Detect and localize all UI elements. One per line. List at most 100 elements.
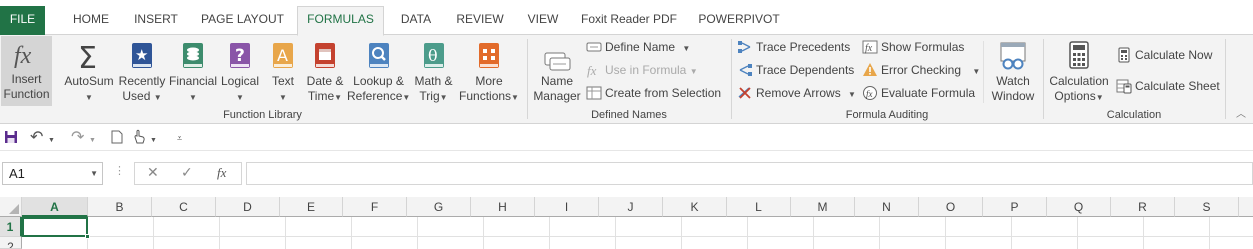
enter-icon[interactable]: ✓ — [181, 164, 193, 181]
column-header[interactable]: S — [1175, 197, 1239, 217]
new-document-icon[interactable] — [111, 128, 123, 148]
date-time-button[interactable]: Date & Time▼ — [303, 38, 347, 106]
evaluate-formula-button[interactable]: fx Evaluate Formula — [862, 83, 975, 103]
worksheet-grid: A B C D E F G H I J K L M N O P Q R S 1 … — [0, 197, 1253, 249]
column-header[interactable]: Q — [1047, 197, 1111, 217]
show-formulas-label: Show Formulas — [881, 40, 965, 54]
column-header-partial[interactable] — [1239, 197, 1253, 217]
remove-arrows-button[interactable]: Remove Arrows ▼ — [737, 83, 856, 103]
column-header[interactable]: F — [343, 197, 407, 217]
trace-dependents-button[interactable]: Trace Dependents — [737, 60, 854, 80]
trace-precedents-label: Trace Precedents — [756, 40, 851, 54]
calculate-sheet-button[interactable]: Calculate Sheet — [1116, 76, 1220, 96]
chevron-down-icon: ▼ — [689, 67, 698, 76]
column-header[interactable]: N — [855, 197, 919, 217]
tab-page-layout[interactable]: PAGE LAYOUT — [196, 8, 289, 35]
calculate-now-label: Calculate Now — [1135, 48, 1213, 62]
star-book-icon: ★ — [126, 40, 158, 72]
column-header[interactable]: M — [791, 197, 855, 217]
chevron-down-icon[interactable]: ▼ — [90, 163, 98, 184]
tab-view[interactable]: VIEW — [520, 8, 566, 35]
trace-precedents-icon — [737, 39, 753, 55]
column-header[interactable]: J — [599, 197, 663, 217]
tab-formulas[interactable]: FORMULAS — [297, 6, 384, 36]
column-header[interactable]: D — [216, 197, 280, 217]
math-trig-label-2: Trig — [419, 89, 440, 103]
row-header[interactable]: 2 — [0, 237, 22, 249]
tab-file[interactable]: FILE — [0, 6, 45, 35]
date-time-label-2: Time — [307, 89, 335, 103]
theta-book-icon: θ — [418, 40, 450, 72]
fill-handle[interactable] — [85, 234, 90, 239]
lookup-reference-button[interactable]: Lookup & Reference▼ — [347, 38, 410, 106]
formula-input[interactable] — [246, 162, 1253, 185]
touch-mode-dropdown-icon[interactable]: ▼ — [150, 131, 157, 151]
tab-powerpivot[interactable]: POWERPIVOT — [692, 8, 786, 35]
column-header[interactable]: R — [1111, 197, 1175, 217]
insert-function-label-1: Insert — [11, 72, 42, 86]
lookup-reference-label-1: Lookup & — [353, 74, 404, 88]
column-header[interactable]: A — [22, 197, 88, 217]
redo-icon[interactable]: ↷ — [71, 128, 84, 148]
tab-insert[interactable]: INSERT — [128, 8, 184, 35]
trace-dependents-icon — [737, 62, 753, 78]
insert-function-icon[interactable]: fx — [217, 165, 226, 181]
column-header[interactable]: O — [919, 197, 983, 217]
more-functions-button[interactable]: More Functions▼ — [457, 38, 521, 106]
redo-dropdown-icon[interactable]: ▼ — [89, 131, 96, 151]
column-header[interactable]: E — [280, 197, 343, 217]
undo-icon[interactable]: ↶ — [30, 128, 43, 148]
svg-text:fx: fx — [14, 43, 32, 69]
recently-used-button[interactable]: ★ Recently Used ▼ — [117, 38, 167, 106]
column-header[interactable]: C — [152, 197, 216, 217]
trace-precedents-button[interactable]: Trace Precedents — [737, 37, 850, 57]
error-checking-icon — [862, 62, 878, 78]
name-manager-button[interactable]: Name Manager — [531, 38, 583, 106]
customize-qat-icon[interactable]: ⩡ — [177, 128, 182, 148]
math-trig-button[interactable]: θ Math & Trig▼ — [410, 38, 457, 106]
define-name-button[interactable]: Define Name ▼ — [586, 37, 690, 57]
select-all-button[interactable] — [0, 197, 22, 217]
name-box[interactable]: A1 ▼ — [2, 162, 103, 185]
logical-button[interactable]: ? Logical ▼ — [218, 38, 262, 106]
group-separator — [1225, 39, 1226, 119]
column-header[interactable]: B — [88, 197, 152, 217]
undo-dropdown-icon[interactable]: ▼ — [48, 131, 55, 151]
column-header[interactable]: H — [471, 197, 535, 217]
text-label: Text — [271, 74, 294, 88]
resize-handle-icon[interactable]: ⋮ — [114, 164, 125, 177]
chevron-down-icon: ▼ — [189, 93, 197, 102]
tab-home[interactable]: HOME — [64, 8, 118, 35]
letter-a-book-icon: A — [267, 40, 299, 72]
name-manager-label-1: Name — [540, 74, 573, 88]
error-checking-button[interactable]: Error Checking ▼ — [862, 60, 980, 80]
touch-mode-icon[interactable] — [132, 128, 146, 148]
row-cells[interactable] — [22, 217, 1253, 237]
tab-foxit-reader-pdf[interactable]: Foxit Reader PDF — [577, 8, 681, 35]
row-header[interactable]: 1 — [0, 217, 22, 237]
watch-window-button[interactable]: Watch Window — [987, 38, 1039, 106]
column-header[interactable]: I — [535, 197, 599, 217]
column-header[interactable]: P — [983, 197, 1047, 217]
column-header[interactable]: G — [407, 197, 471, 217]
grid-book-icon — [473, 40, 505, 72]
column-header[interactable]: K — [663, 197, 727, 217]
collapse-ribbon-icon[interactable]: ︿ — [1236, 105, 1246, 120]
save-icon[interactable] — [4, 128, 18, 148]
financial-button[interactable]: Financial ▼ — [168, 38, 218, 106]
cancel-icon[interactable]: ✕ — [147, 164, 159, 181]
autosum-button[interactable]: Σ AutoSum ▼ — [61, 38, 117, 106]
calculate-now-button[interactable]: Calculate Now — [1116, 45, 1212, 65]
calculation-options-label-1: Calculation — [1049, 74, 1109, 88]
insert-function-button[interactable]: fx Insert Function — [1, 36, 52, 106]
show-formulas-button[interactable]: fx Show Formulas — [862, 37, 964, 57]
create-from-selection-button[interactable]: Create from Selection — [586, 83, 721, 103]
row-cells[interactable] — [22, 237, 1253, 249]
use-in-formula-button[interactable]: fx Use in Formula ▼ — [586, 60, 698, 80]
tab-review[interactable]: REVIEW — [450, 8, 510, 35]
text-button[interactable]: A Text ▼ — [264, 38, 302, 106]
column-header[interactable]: L — [727, 197, 791, 217]
active-cell[interactable] — [22, 217, 90, 239]
tab-data[interactable]: DATA — [392, 8, 440, 35]
calculation-options-button[interactable]: Calculation Options▼ — [1047, 38, 1111, 106]
